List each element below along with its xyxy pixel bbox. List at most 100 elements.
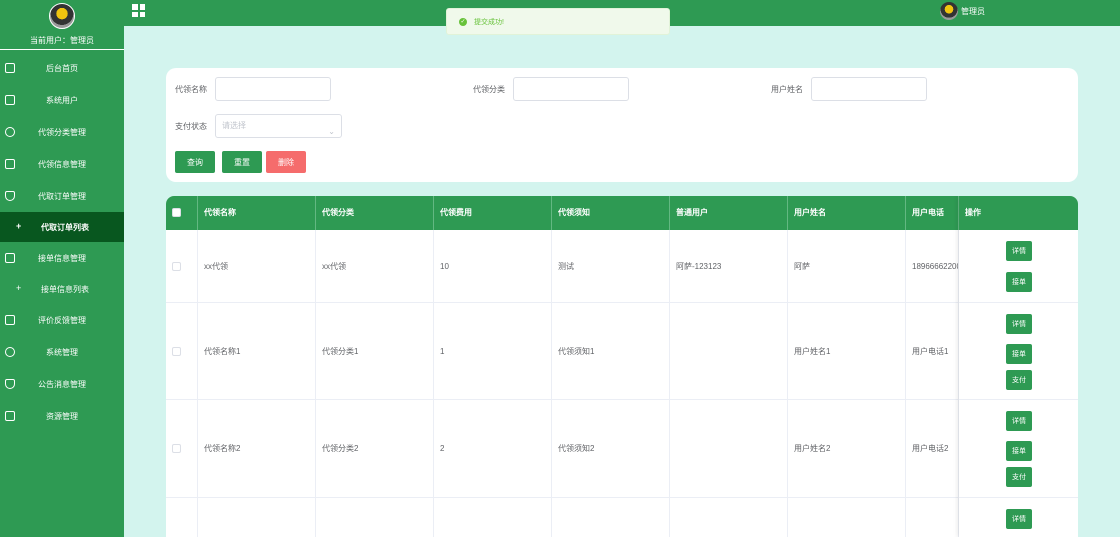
row-checkbox[interactable] xyxy=(172,444,181,453)
table-cell xyxy=(670,498,788,537)
avatar xyxy=(940,2,958,20)
column-header[interactable]: 代领名称 xyxy=(198,196,316,230)
sidebar-item-category[interactable]: 代领分类管理 xyxy=(0,116,124,148)
take-order-button[interactable]: 接单 xyxy=(1006,441,1032,461)
row-select-cell xyxy=(166,498,198,537)
table-row xyxy=(166,498,1078,537)
take-order-button[interactable]: 接单 xyxy=(1006,344,1032,364)
data-table: 代领名称 代领分类 代领费用 代领须知 普通用户 用户姓名 用户电话 操作 xx… xyxy=(166,196,1078,537)
top-user-label: 管理员 xyxy=(961,6,985,16)
username-label: 用户姓名 xyxy=(771,85,803,94)
table-cell xyxy=(316,498,434,537)
table-row: 代领名称1 代领分类1 1 代领须知1 用户姓名1 用户电话1 xyxy=(166,303,1078,400)
sidebar-item-label: 后台首页 xyxy=(46,63,78,73)
row-select-cell xyxy=(166,400,198,497)
sidebar-item-resources[interactable]: 资源管理 xyxy=(0,400,124,432)
table-cell: 阿萨 xyxy=(788,230,906,302)
chevron-down-icon: ⌄ xyxy=(328,127,335,136)
name-input[interactable] xyxy=(215,77,331,101)
sidebar-item-label: 代领分类管理 xyxy=(38,127,86,137)
sidebar-item-take-orders[interactable]: 接单信息管理 xyxy=(0,242,124,274)
table-cell: 用户姓名1 xyxy=(788,303,906,399)
table-cell xyxy=(670,400,788,497)
category-label: 代领分类 xyxy=(473,85,505,94)
table-cell: 代领分类1 xyxy=(316,303,434,399)
table-cell: 用户电话2 xyxy=(906,400,959,497)
top-user[interactable]: 管理员 xyxy=(940,2,985,20)
select-all-cell xyxy=(166,196,198,230)
sidebar-item-label: 评价反馈管理 xyxy=(38,315,86,325)
row-select-cell xyxy=(166,230,198,302)
table-cell: xx代领 xyxy=(198,230,316,302)
column-header[interactable]: 用户电话 xyxy=(906,196,959,230)
table-cell: xx代领 xyxy=(316,230,434,302)
sidebar-item-take-order-list[interactable]: + 接单信息列表 xyxy=(0,274,124,304)
table-cell: 代领名称2 xyxy=(198,400,316,497)
delete-button[interactable]: 删除 xyxy=(266,151,306,173)
table-cell: 代领须知2 xyxy=(552,400,670,497)
search-panel: 代领名称 代领分类 用户姓名 支付状态 请选择 ⌄ 查询 重置 删除 xyxy=(166,68,1078,182)
table-cell: 代领名称1 xyxy=(198,303,316,399)
pay-status-placeholder: 请选择 xyxy=(222,121,246,130)
sidebar-item-notices[interactable]: 公告消息管理 xyxy=(0,368,124,400)
sidebar-user: 当前用户：管理员 xyxy=(0,0,124,50)
username-input[interactable] xyxy=(811,77,927,101)
column-header[interactable]: 代领费用 xyxy=(434,196,552,230)
column-header[interactable]: 代领须知 xyxy=(552,196,670,230)
pay-button[interactable]: 支付 xyxy=(1006,370,1032,390)
detail-button[interactable]: 详情 xyxy=(1006,314,1032,334)
avatar xyxy=(49,3,75,29)
menu-grid-icon[interactable] xyxy=(132,4,145,17)
pay-button[interactable]: 支付 xyxy=(1006,467,1032,487)
column-header[interactable]: 用户姓名 xyxy=(788,196,906,230)
table-cell xyxy=(670,303,788,399)
sidebar-item-order-list[interactable]: + 代取订单列表 xyxy=(0,212,124,242)
table-cell: 阿萨-123123 xyxy=(670,230,788,302)
sidebar-item-system-users[interactable]: 系统用户 xyxy=(0,84,124,116)
sidebar-item-label: 代领信息管理 xyxy=(38,159,86,169)
detail-button[interactable]: 详情 xyxy=(1006,411,1032,431)
sidebar-item-label: 接单信息管理 xyxy=(38,253,86,263)
pay-status-label: 支付状态 xyxy=(175,122,207,131)
row-checkbox[interactable] xyxy=(172,346,181,356)
pay-status-select[interactable]: 请选择 ⌄ xyxy=(215,114,342,138)
select-all-checkbox[interactable] xyxy=(172,208,181,217)
sidebar-item-label: 接单信息列表 xyxy=(41,284,89,294)
sidebar-item-info[interactable]: 代领信息管理 xyxy=(0,148,124,180)
success-toast: ✓ 提交成功! xyxy=(446,8,670,35)
table-cell xyxy=(552,498,670,537)
sidebar-item-label: 公告消息管理 xyxy=(38,379,86,389)
table-cell: 2 xyxy=(434,400,552,497)
sidebar-item-label: 代取订单列表 xyxy=(41,222,89,232)
column-header[interactable]: 代领分类 xyxy=(316,196,434,230)
sidebar-item-label: 系统用户 xyxy=(46,95,78,105)
table-header: 代领名称 代领分类 代领费用 代领须知 普通用户 用户姓名 用户电话 操作 xyxy=(166,196,1078,230)
take-order-button[interactable]: 接单 xyxy=(1006,272,1032,292)
table-cell xyxy=(788,498,906,537)
row-checkbox[interactable] xyxy=(172,261,181,271)
sidebar-item-system[interactable]: 系统管理 xyxy=(0,336,124,368)
current-user-label: 当前用户：管理员 xyxy=(30,36,94,45)
table-cell: 测试 xyxy=(552,230,670,302)
table-cell: 用户姓名2 xyxy=(788,400,906,497)
table-cell: 代领分类2 xyxy=(316,400,434,497)
row-select-cell xyxy=(166,303,198,399)
sidebar: 当前用户：管理员 后台首页 系统用户 代领分类管理 代领信息管理 代取订单管理 … xyxy=(0,0,124,537)
table-row: xx代领 xx代领 10 测试 阿萨-123123 阿萨 18966662200 xyxy=(166,230,1078,303)
detail-button[interactable]: 详情 xyxy=(1006,241,1032,261)
sidebar-item-home[interactable]: 后台首页 xyxy=(0,52,124,84)
check-circle-icon: ✓ xyxy=(459,17,467,26)
category-input[interactable] xyxy=(513,77,629,101)
sidebar-item-label: 资源管理 xyxy=(46,411,78,421)
sidebar-item-orders[interactable]: 代取订单管理 xyxy=(0,180,124,212)
sidebar-item-label: 代取订单管理 xyxy=(38,191,86,201)
toast-message: 提交成功! xyxy=(474,18,504,26)
sidebar-item-feedback[interactable]: 评价反馈管理 xyxy=(0,304,124,336)
detail-button[interactable]: 详情 xyxy=(1006,509,1032,529)
table-cell: 18966662200 xyxy=(906,230,959,302)
sidebar-item-label: 系统管理 xyxy=(46,347,78,357)
query-button[interactable]: 查询 xyxy=(175,151,215,173)
table-cell: 10 xyxy=(434,230,552,302)
reset-button[interactable]: 重置 xyxy=(222,151,262,173)
column-header[interactable]: 普通用户 xyxy=(670,196,788,230)
